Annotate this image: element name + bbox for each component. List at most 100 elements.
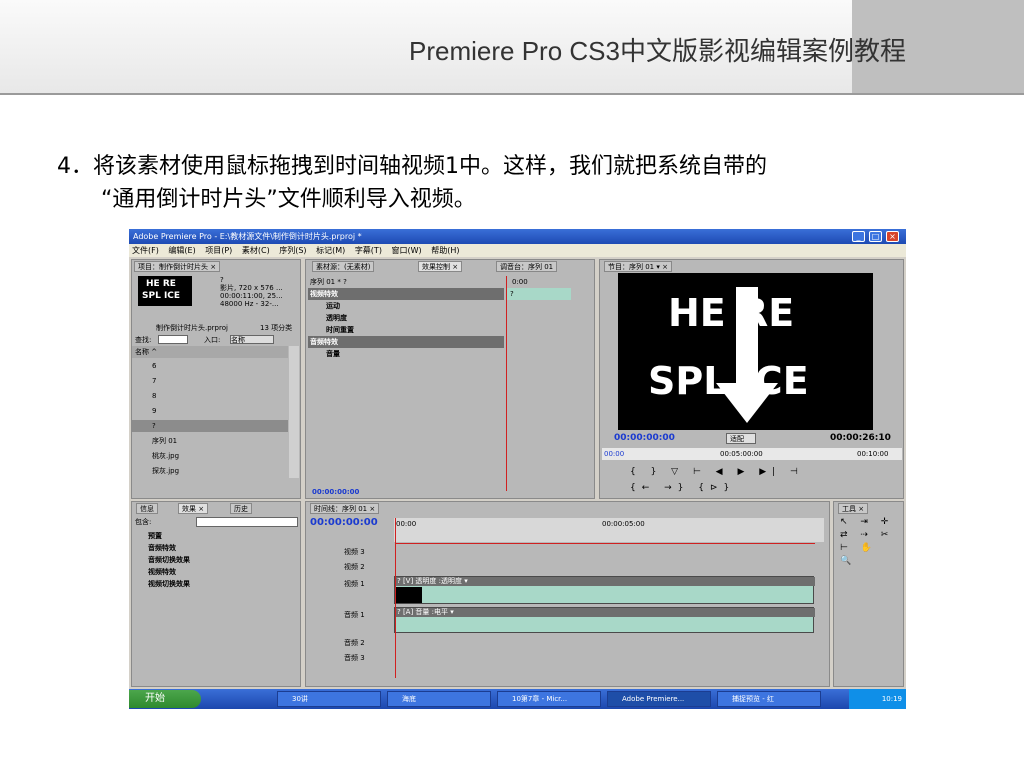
folder-audio-effects[interactable]: 音频特效 xyxy=(148,542,176,554)
close-button[interactable]: × xyxy=(886,231,899,242)
track-audio-1[interactable]: 音频 1 xyxy=(344,609,365,621)
menu-window[interactable]: 窗口(W) xyxy=(392,246,422,255)
menu-help[interactable]: 帮助(H) xyxy=(431,246,459,255)
fit-select[interactable]: 适配 xyxy=(726,433,756,444)
item-count: 13 项分类 xyxy=(260,324,293,332)
menu-marker[interactable]: 标记(M) xyxy=(316,246,345,255)
tab-history[interactable]: 历史 xyxy=(230,503,252,514)
start-button[interactable]: 开始 xyxy=(129,690,201,708)
folder-presets[interactable]: 预置 xyxy=(148,530,162,542)
minimize-button[interactable]: _ xyxy=(852,231,865,242)
list-item[interactable]: 桃灰.jpg xyxy=(152,450,179,462)
ruler-right: 00:10:00 xyxy=(857,450,889,458)
entry-select[interactable]: 名称 xyxy=(230,335,274,344)
effect-volume[interactable]: 音量 xyxy=(326,348,340,360)
tab-audio-mixer[interactable]: 调音台：序列 01 xyxy=(496,261,558,272)
tool-buttons[interactable]: ↖ ⇥ ✛ ⇄ ⇢ ✂ ⊢ ✋ 🔍 xyxy=(840,516,900,576)
video-clip-thumbnail xyxy=(396,587,422,603)
effect-motion[interactable]: 运动 xyxy=(326,300,340,312)
track-audio-3[interactable]: 音频 3 xyxy=(344,652,365,664)
effect-opacity[interactable]: 透明度 xyxy=(326,312,347,324)
program-video: HE RE SPL ICE xyxy=(618,273,873,430)
tab-source[interactable]: 素材源：(无素材) xyxy=(312,261,375,272)
tab-effects[interactable]: 效果 × xyxy=(178,503,209,514)
timeline-ruler-start: 00:00 xyxy=(396,520,417,528)
video-clip[interactable]: ? [V] 透明度 :透明度 ▾ xyxy=(394,576,815,604)
track-video-1[interactable]: 视频 1 xyxy=(344,578,365,590)
body-line-2: “通用倒计时片头”文件顺利导入视频。 xyxy=(101,187,476,212)
project-scrollbar[interactable] xyxy=(289,346,299,478)
transport-controls[interactable]: { } ▽ ⊢ ◀ ▶ ▶| ⊣ xyxy=(630,466,804,478)
timeline-ruler[interactable]: 00:00 00:00:05:00 xyxy=(394,518,824,542)
find-input[interactable] xyxy=(158,335,188,344)
tab-info[interactable]: 信息 xyxy=(136,503,158,514)
effect-controls-panel: 素材源：(无素材) 效果控制 × 调音台：序列 01 序列 01 * ? 0:0… xyxy=(305,259,595,499)
list-item[interactable]: 9 xyxy=(152,405,156,417)
transport-controls-2[interactable]: {← →} {⊳} xyxy=(630,482,735,494)
tools-panel: 工具 × ↖ ⇥ ✛ ⇄ ⇢ ✂ ⊢ ✋ 🔍 xyxy=(833,501,904,687)
premiere-screenshot: Adobe Premiere Pro - E:\教材源文件\制作倒计时片头.pr… xyxy=(129,229,906,709)
menu-file[interactable]: 文件(F) xyxy=(132,246,159,255)
track-video-2[interactable]: 视频 2 xyxy=(344,561,365,573)
taskbar-item-premiere[interactable]: Adobe Premiere... xyxy=(607,691,711,707)
audio-clip[interactable]: ? [A] 音量 :电平 ▾ xyxy=(394,607,815,633)
menu-project[interactable]: 项目(P) xyxy=(205,246,232,255)
work-area-bar xyxy=(395,543,815,544)
taskbar-item-word[interactable]: 10第7章 - Micr... xyxy=(497,691,601,707)
taskbar-item-capture[interactable]: 捕捉预览 - 红 xyxy=(717,691,821,707)
project-file: 制作倒计时片头.prproj xyxy=(156,324,228,332)
ec-playhead[interactable] xyxy=(506,276,507,491)
tab-timeline[interactable]: 时间线：序列 01 × xyxy=(310,503,380,514)
video-clip-label: ? [V] 透明度 :透明度 ▾ xyxy=(395,577,815,586)
program-timecode-right: 00:00:26:10 xyxy=(830,433,891,443)
timeline-playhead[interactable] xyxy=(395,518,396,678)
list-item[interactable]: 探灰.jpg xyxy=(152,465,179,477)
timeline-ruler-mid: 00:00:05:00 xyxy=(602,520,645,528)
taskbar-item-folder-30[interactable]: 30讲 xyxy=(277,691,381,707)
program-ruler[interactable]: 00:00 00:05:00:00 00:10:00 xyxy=(602,448,902,460)
taskbar-item-folder-haidi[interactable]: 海底 xyxy=(387,691,491,707)
list-item[interactable]: 序列 01 xyxy=(152,435,177,447)
ec-bottom-timecode: 00:00:00:00 xyxy=(312,488,360,496)
effects-search-input[interactable] xyxy=(196,517,298,527)
ruler-mid: 00:05:00:00 xyxy=(720,450,763,458)
ec-timecode: 0:00 xyxy=(512,278,528,286)
menu-edit[interactable]: 编辑(E) xyxy=(168,246,195,255)
list-item[interactable]: 6 xyxy=(152,360,156,372)
timeline-panel: 时间线：序列 01 × 00:00:00:00 00:00 00:00:05:0… xyxy=(305,501,830,687)
body-line-1: 4．将该素材使用鼠标拖拽到时间轴视频1中。这样，我们就把系统自带的 xyxy=(57,154,767,179)
audio-clip-label: ? [A] 音量 :电平 ▾ xyxy=(395,608,815,617)
folder-audio-transitions[interactable]: 音频切换效果 xyxy=(148,554,190,566)
section-audio-effects: 音频特效 xyxy=(308,336,504,348)
tab-program[interactable]: 节目：序列 01 ▾ × xyxy=(604,261,672,272)
folder-video-effects[interactable]: 视频特效 xyxy=(148,566,176,578)
tab-tools[interactable]: 工具 × xyxy=(838,503,869,514)
clip-info-3: 48000 Hz - 32-... xyxy=(220,300,279,308)
ruler-left: 00:00 xyxy=(604,450,625,458)
effect-time-remap[interactable]: 时间重置 xyxy=(326,324,354,336)
timeline-timecode[interactable]: 00:00:00:00 xyxy=(310,517,378,529)
slide-text: 4．将该素材使用鼠标拖拽到时间轴视频1中。这样，我们就把系统自带的 “通用倒计时… xyxy=(57,150,992,216)
ec-clip-marker: ? xyxy=(510,290,514,298)
list-item[interactable]: 7 xyxy=(152,375,156,387)
list-item[interactable]: 8 xyxy=(152,390,156,402)
tab-effect-controls[interactable]: 效果控制 × xyxy=(418,261,463,272)
program-monitor-panel: 节目：序列 01 ▾ × HE RE SPL ICE 00:00:00:00 适… xyxy=(599,259,904,499)
system-tray: 10:19 xyxy=(849,689,906,709)
menu-clip[interactable]: 素材(C) xyxy=(242,246,270,255)
track-video-3[interactable]: 视频 3 xyxy=(344,546,365,558)
track-audio-2[interactable]: 音频 2 xyxy=(344,637,365,649)
list-item-selected[interactable]: ? xyxy=(132,420,288,432)
maximize-button[interactable]: □ xyxy=(869,231,882,242)
tab-project[interactable]: 项目：制作倒计时片头 × xyxy=(134,261,221,272)
header-title: Premiere Pro CS3中文版影视编辑案例教程 xyxy=(409,36,906,66)
find-label: 查找: xyxy=(135,336,152,344)
program-timecode-left[interactable]: 00:00:00:00 xyxy=(614,432,675,444)
menu-title[interactable]: 字幕(T) xyxy=(355,246,382,255)
column-header-name[interactable]: 名称 ^ xyxy=(132,346,288,358)
menu-sequence[interactable]: 序列(S) xyxy=(279,246,306,255)
menu-bar: 文件(F) 编辑(E) 项目(P) 素材(C) 序列(S) 标记(M) 字幕(T… xyxy=(129,244,906,257)
folder-video-transitions[interactable]: 视频切换效果 xyxy=(148,578,190,590)
entry-label: 入口: xyxy=(204,336,221,344)
effects-panel: 信息 效果 × 历史 包含: 预置 音频特效 音频切换效果 视频特效 视频切换效… xyxy=(131,501,301,687)
